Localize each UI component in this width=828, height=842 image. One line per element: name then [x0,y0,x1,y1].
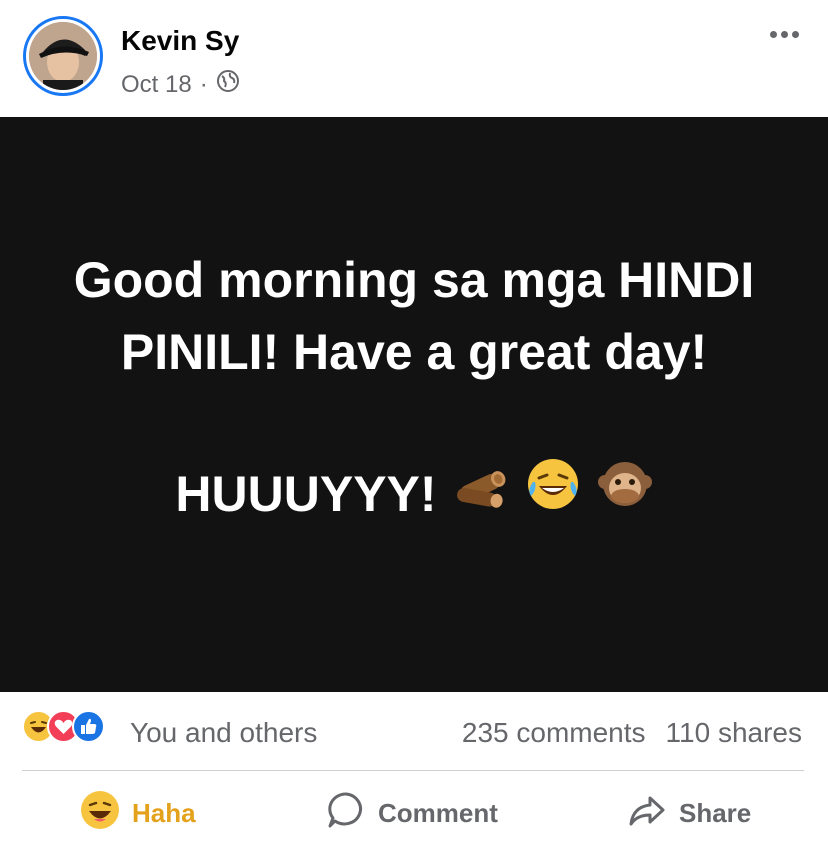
comment-button[interactable]: Comment [326,791,498,835]
comment-label: Comment [378,797,498,828]
post-meta: Oct 18 · [121,69,240,100]
like-reaction-icon [72,710,105,743]
share-icon [627,790,667,837]
share-button[interactable]: Share [627,791,751,835]
ellipsis-icon [769,30,777,38]
comment-icon [326,790,366,837]
comments-count[interactable]: 235 comments [462,717,646,749]
reaction-summary[interactable]: You and others [130,717,317,749]
avatar-image [29,22,97,90]
wood-log-icon [453,458,509,530]
haha-button[interactable]: Haha [80,790,196,837]
speak-no-evil-monkey-icon [597,456,653,531]
post-stats: You and others 235 comments 110 shares [0,692,828,772]
divider [22,770,804,771]
reaction-icons[interactable] [22,710,105,743]
post-header: Kevin Sy Oct 18 · [0,0,828,117]
globe-icon [216,69,240,100]
shares-count[interactable]: 110 shares [666,717,802,749]
post-text-secondary: HUUUYYY! [175,456,652,531]
post-date[interactable]: Oct 18 [121,71,192,99]
meta-separator: · [199,70,208,98]
engagement-counts: 235 comments 110 shares [462,717,802,749]
action-bar: Haha Comment Share [0,780,828,842]
haha-icon [80,790,120,837]
post-text-main: Good morning sa mga HINDI PINILI! Have a… [73,252,755,380]
face-with-tears-of-joy-icon [525,456,581,531]
haha-label: Haha [132,797,196,828]
share-label: Share [679,797,752,828]
post-content: Good morning sa mga HINDI PINILI! Have a… [0,117,828,692]
more-options-button[interactable] [766,24,802,44]
author-name[interactable]: Kevin Sy [121,25,239,57]
avatar[interactable] [23,16,103,96]
post-text-shout: HUUUYYY! [175,465,437,522]
